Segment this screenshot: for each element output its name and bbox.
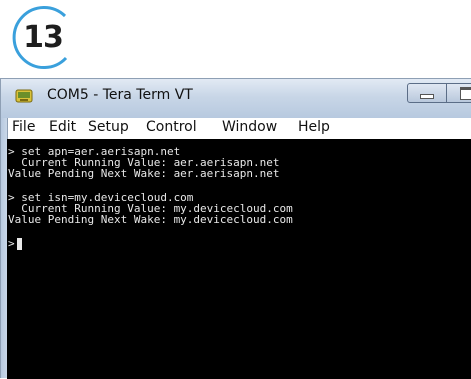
- window-controls: [407, 83, 471, 103]
- menu-setup[interactable]: Setup: [88, 119, 129, 135]
- text-cursor: [16, 238, 22, 250]
- window-frame-left: [0, 118, 7, 378]
- menu-file[interactable]: File: [12, 119, 35, 135]
- terminal-line: Value Pending Next Wake: my.devicecloud.…: [8, 213, 293, 226]
- maximize-button[interactable]: [447, 83, 471, 103]
- menu-control[interactable]: Control: [146, 119, 197, 135]
- menu-bar: File Edit Setup Control Window Help: [7, 118, 471, 139]
- terminal-line: Value Pending Next Wake: aer.aerisapn.ne…: [8, 167, 280, 180]
- menu-window[interactable]: Window: [222, 119, 277, 135]
- menu-help[interactable]: Help: [298, 119, 330, 135]
- window-title: COM5 - Tera Term VT: [47, 87, 193, 103]
- minimize-button[interactable]: [407, 83, 447, 103]
- terminal-screen[interactable]: > set apn=aer.aerisapn.net Current Runni…: [7, 139, 471, 379]
- step-badge: 13: [8, 2, 82, 72]
- maximize-icon: [460, 86, 471, 100]
- terminal-prompt: >: [8, 237, 15, 250]
- minimize-icon: [420, 93, 434, 99]
- step-number: 13: [23, 19, 64, 55]
- title-bar[interactable]: COM5 - Tera Term VT: [0, 78, 471, 118]
- menu-edit[interactable]: Edit: [49, 119, 76, 135]
- tera-term-app-icon[interactable]: [15, 88, 33, 104]
- terminal-prompt-line: >: [8, 238, 22, 250]
- tera-term-window: COM5 - Tera Term VT File Edit Setup Cont…: [0, 78, 471, 379]
